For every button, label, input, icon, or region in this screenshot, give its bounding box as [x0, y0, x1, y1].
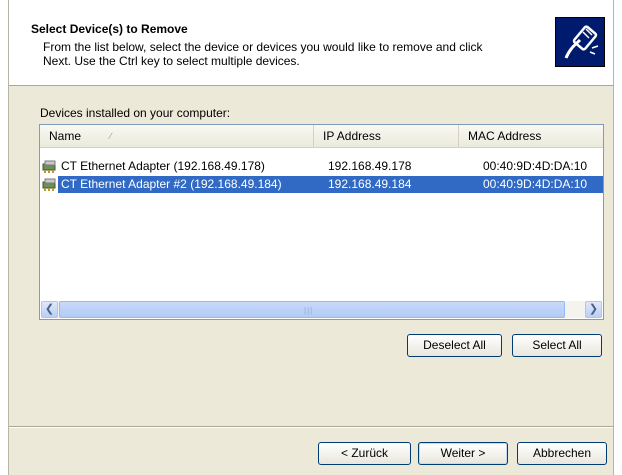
deselect-all-button[interactable]: Deselect All: [407, 334, 502, 357]
grip-icon: |||: [304, 306, 314, 315]
next-button[interactable]: Weiter >: [418, 442, 508, 465]
device-mac: 00:40:9D:4D:DA:10: [483, 159, 588, 173]
scrollbar-thumb[interactable]: |||: [59, 301, 565, 318]
page-title: Select Device(s) to Remove: [31, 22, 188, 36]
page-subtitle: From the list below, select the device o…: [43, 40, 483, 68]
select-all-button[interactable]: Select All: [512, 334, 602, 357]
scroll-right-button[interactable]: ❯: [585, 301, 602, 318]
column-header-label: MAC Address: [468, 129, 542, 143]
device-ip: 192.168.49.178: [328, 159, 412, 173]
sort-arrow-icon: ⁄: [110, 131, 112, 141]
wizard-header: Select Device(s) to Remove From the list…: [9, 0, 613, 86]
chevron-right-icon: ❯: [588, 303, 599, 315]
network-adapter-icon: [42, 158, 58, 174]
scroll-left-button[interactable]: ❮: [41, 301, 58, 318]
column-header-label: Name: [49, 129, 82, 143]
cancel-button[interactable]: Abbrechen: [517, 442, 607, 465]
table-row[interactable]: CT Ethernet Adapter #2 (192.168.49.184) …: [42, 176, 603, 193]
column-header-label: IP Address: [323, 129, 381, 143]
list-header: Name ⁄ IP Address MAC Address: [40, 125, 603, 148]
wizard-dialog: Select Device(s) to Remove From the list…: [8, 0, 614, 475]
device-name: CT Ethernet Adapter (192.168.49.178): [61, 159, 265, 173]
back-button[interactable]: < Zurück: [318, 442, 411, 465]
table-row[interactable]: CT Ethernet Adapter (192.168.49.178) 192…: [42, 158, 601, 175]
device-ip: 192.168.49.184: [314, 176, 463, 193]
device-mac: 00:40:9D:4D:DA:10: [463, 176, 603, 193]
devices-list[interactable]: Name ⁄ IP Address MAC Address CT Etherne…: [39, 124, 604, 320]
horizontal-scrollbar[interactable]: ❮ ||| ❯: [41, 301, 602, 318]
column-header-name[interactable]: Name ⁄: [40, 125, 314, 147]
devices-caption: Devices installed on your computer:: [40, 106, 231, 120]
column-header-mac[interactable]: MAC Address: [459, 125, 603, 147]
network-cable-icon: [555, 17, 605, 67]
footer-divider: [9, 426, 613, 428]
network-adapter-icon: [42, 176, 58, 192]
column-header-ip[interactable]: IP Address: [314, 125, 459, 147]
chevron-left-icon: ❮: [44, 303, 55, 315]
device-name: CT Ethernet Adapter #2 (192.168.49.184): [58, 176, 316, 193]
